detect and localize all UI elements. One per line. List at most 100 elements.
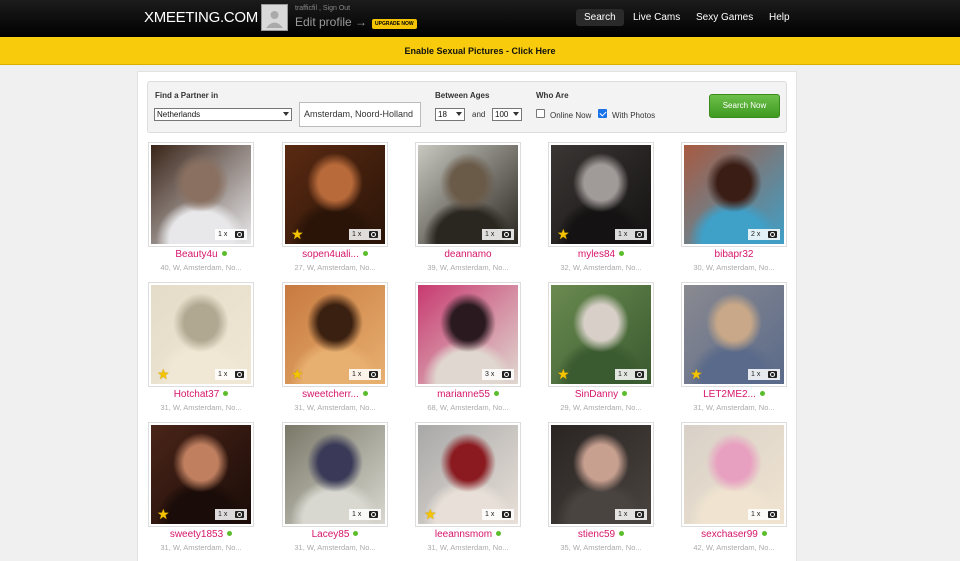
nav-sexy-games[interactable]: Sexy Games — [696, 9, 753, 26]
user-name-signout[interactable]: trafficfil , Sign Out — [295, 5, 350, 12]
profile-photo-image: 1 x — [551, 425, 651, 524]
featured-star-icon: ★ — [291, 366, 304, 382]
profile-photo-image: 2 x — [684, 145, 784, 244]
edit-profile-link[interactable]: Edit profile → — [295, 15, 367, 29]
profile-username-link[interactable]: Hotchat37 — [148, 389, 254, 400]
online-status-icon — [353, 531, 359, 536]
camera-icon — [502, 231, 511, 238]
profile-username-link[interactable]: sopen4uali... — [282, 249, 388, 260]
profile-photo[interactable]: 1 x — [148, 142, 254, 247]
nav-help[interactable]: Help — [769, 9, 790, 26]
photo-count-badge: 1 x — [615, 509, 647, 520]
chevron-down-icon — [283, 112, 289, 116]
profile-photo[interactable]: 1 x — [548, 422, 654, 527]
profile-username-link[interactable]: deannamo — [415, 249, 521, 260]
featured-star-icon: ★ — [557, 226, 570, 242]
profile-username: stienc59 — [577, 529, 616, 540]
camera-icon — [235, 231, 244, 238]
profile-username: leeannsmom — [434, 529, 493, 540]
profile-photo[interactable]: ★ 1 x — [148, 422, 254, 527]
profile-username: Lacey85 — [311, 529, 350, 540]
photo-count-badge: 1 x — [615, 369, 647, 380]
profile-photo[interactable]: 1 x — [681, 422, 787, 527]
search-now-button[interactable]: Search Now — [709, 94, 780, 118]
profile-username-link[interactable]: myles84 — [548, 249, 654, 260]
photo-count: 1 x — [618, 511, 628, 518]
camera-icon — [235, 371, 244, 378]
with-photos-checkbox[interactable] — [598, 109, 607, 118]
online-status-icon — [622, 391, 628, 396]
photo-count: 1 x — [352, 511, 362, 518]
camera-icon — [635, 231, 644, 238]
featured-star-icon: ★ — [690, 366, 703, 382]
photo-count: 1 x — [218, 231, 228, 238]
profile-photo[interactable]: ★ 1 x — [548, 142, 654, 247]
online-status-icon — [759, 391, 765, 396]
profile-username-link[interactable]: marianne55 — [415, 389, 521, 400]
upgrade-now-button[interactable]: UPGRADE NOW — [372, 19, 417, 29]
profile-username-link[interactable]: Beauty4u — [148, 249, 254, 260]
profile-meta: 31, W, Amsterdam, No... — [427, 543, 509, 552]
profile-username: Hotchat37 — [173, 389, 220, 400]
profile-username-link[interactable]: stienc59 — [548, 529, 654, 540]
photo-count-badge: 3 x — [482, 369, 514, 380]
photo-count-badge: 1 x — [349, 509, 381, 520]
camera-icon — [369, 511, 378, 518]
online-now-checkbox[interactable] — [536, 109, 545, 118]
enable-pictures-banner[interactable]: Enable Sexual Pictures - Click Here — [0, 37, 960, 65]
with-photos-label: With Photos — [612, 111, 656, 120]
profile-username-link[interactable]: sweetcherr... — [282, 389, 388, 400]
online-status-icon — [493, 391, 499, 396]
age-to-select[interactable]: 100 — [492, 108, 522, 121]
site-logo[interactable]: XMEETING.COM — [144, 9, 258, 26]
country-select[interactable]: Netherlands — [154, 108, 292, 121]
nav-search[interactable]: Search — [576, 9, 624, 26]
profile-photo[interactable]: ★ 1 x — [282, 282, 388, 387]
avatar-placeholder-icon — [266, 11, 283, 28]
profile-username-link[interactable]: Lacey85 — [282, 529, 388, 540]
photo-count-badge: 1 x — [748, 509, 780, 520]
profile-username-link[interactable]: leeannsmom — [415, 529, 521, 540]
profile-photo[interactable]: 1 x — [415, 142, 521, 247]
profile-username: myles84 — [577, 249, 616, 260]
profile-username-link[interactable]: bibapr32 — [681, 249, 787, 260]
profile-username: sweety1853 — [169, 529, 224, 540]
profile-username-link[interactable]: SinDanny — [548, 389, 654, 400]
profile-username: sweetcherr... — [302, 389, 359, 400]
profile-photo[interactable]: ★ 1 x — [148, 282, 254, 387]
profile-photo[interactable]: ★ 1 x — [548, 282, 654, 387]
photo-count-badge: 1 x — [482, 509, 514, 520]
profile-photo[interactable]: ★ 1 x — [681, 282, 787, 387]
photo-count: 1 x — [218, 511, 228, 518]
nav-live-cams[interactable]: Live Cams — [633, 9, 680, 26]
camera-icon — [635, 371, 644, 378]
photo-count-badge: 1 x — [615, 229, 647, 240]
profile-photo[interactable]: 1 x — [282, 422, 388, 527]
profile-photo[interactable]: ★ 1 x — [415, 422, 521, 527]
profile-username-link[interactable]: LET2ME2... — [681, 389, 787, 400]
profile-photo[interactable]: 3 x — [415, 282, 521, 387]
city-input[interactable]: Amsterdam, Noord-Holland — [299, 102, 421, 127]
profile-photo-image: 1 x — [684, 425, 784, 524]
profile-photo[interactable]: 2 x — [681, 142, 787, 247]
profile-meta: 31, W, Amsterdam, No... — [160, 543, 242, 552]
online-status-icon — [761, 531, 767, 536]
user-avatar[interactable] — [261, 4, 288, 31]
profile-username-link[interactable]: sexchaser99 — [681, 529, 787, 540]
profile-photo[interactable]: ★ 1 x — [282, 142, 388, 247]
profile-photo-image: ★ 1 x — [285, 285, 385, 384]
profile-username: deannamo — [444, 249, 492, 260]
profile-meta: 31, W, Amsterdam, No... — [693, 403, 775, 412]
online-status-icon — [362, 251, 368, 256]
featured-star-icon: ★ — [291, 226, 304, 242]
camera-icon — [369, 231, 378, 238]
profile-username-link[interactable]: sweety1853 — [148, 529, 254, 540]
photo-count-badge: 1 x — [215, 229, 247, 240]
camera-icon — [768, 231, 777, 238]
profile-photo-image: 1 x — [285, 425, 385, 524]
age-from-select[interactable]: 18 — [435, 108, 465, 121]
featured-star-icon: ★ — [424, 506, 437, 522]
chevron-down-icon — [513, 112, 519, 116]
country-select-value: Netherlands — [157, 110, 201, 119]
online-status-icon — [227, 531, 233, 536]
